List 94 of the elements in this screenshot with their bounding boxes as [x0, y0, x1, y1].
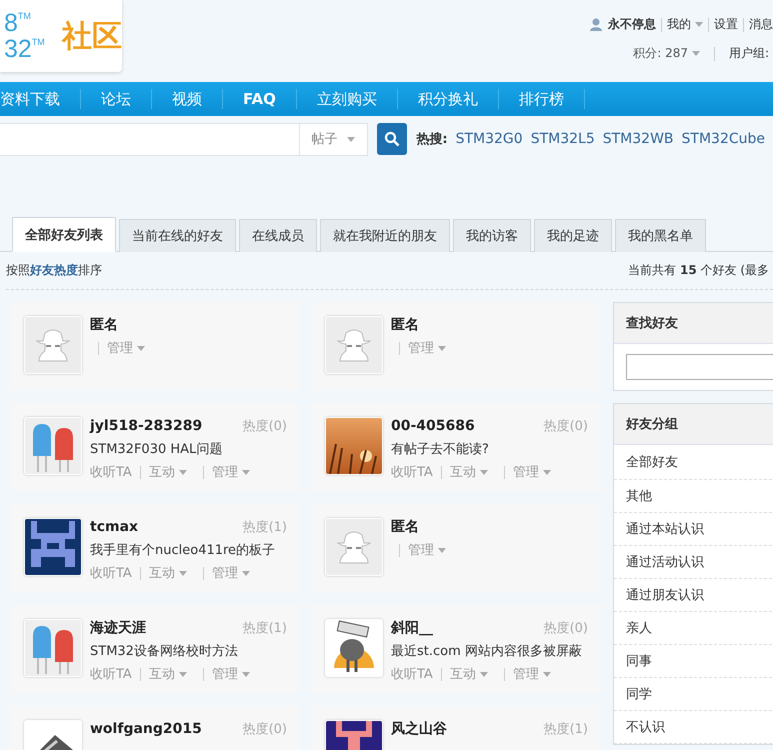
hot-search-link[interactable]: STM32L5 [530, 131, 595, 147]
friend-name[interactable]: 匿名 [90, 316, 118, 334]
panel-title: 好友分组 [614, 404, 773, 445]
friend-name[interactable]: 斜阳__ [391, 619, 433, 637]
hot-search-link[interactable]: STM32G0 [456, 131, 523, 147]
group-item[interactable]: 亲人 [614, 612, 773, 645]
friend-name[interactable]: 00-405686 [391, 418, 475, 434]
heat-label: 热度(1) [544, 721, 588, 738]
points-link[interactable]: 积分: 287 [633, 45, 700, 62]
friend-name[interactable]: jyl518-283289 [90, 418, 202, 434]
group-item[interactable]: 通过活动认识 [614, 546, 773, 579]
user-icon [590, 18, 602, 31]
nav-link[interactable]: 资料下载 [0, 89, 81, 109]
sort-label: 按照好友热度排序 [6, 262, 102, 279]
user-menu-link[interactable]: 消息 [749, 16, 773, 33]
search-scope-dropdown[interactable]: 帖子 [298, 124, 367, 154]
caret-icon [438, 346, 446, 351]
cartoon-avatar-icon [326, 620, 382, 676]
hot-search-link[interactable]: STM32Cube [682, 131, 765, 147]
tab[interactable]: 就在我附近的朋友 [320, 219, 450, 252]
heat-label: 热度(0) [242, 721, 287, 738]
friend-status: 我手里有个nucleo411re的板子 [90, 542, 276, 559]
anonymous-avatar-icon [326, 519, 382, 575]
caret-icon [692, 51, 700, 56]
caret-icon [347, 136, 356, 142]
search-button[interactable] [376, 123, 408, 155]
friend-name[interactable]: 匿名 [391, 316, 419, 334]
user-menu-link[interactable]: 设置 [714, 16, 738, 33]
nav-link[interactable]: 视频 [152, 89, 223, 109]
sort-link[interactable]: 好友热度 [30, 263, 78, 277]
caret-icon [178, 672, 187, 677]
nav-link[interactable]: 排行榜 [498, 89, 585, 109]
group-item[interactable]: 其他 [614, 480, 773, 513]
friend-name[interactable]: wolfgang2015 [90, 721, 202, 737]
friend-status: 有帖子去不能读? [391, 441, 490, 458]
anonymous-avatar-icon [25, 317, 81, 373]
friend-count: 当前共有 15 个好友 (最多 [628, 262, 769, 279]
pixel-avatar-icon [25, 519, 81, 575]
nav-link[interactable]: 立刻购买 [296, 89, 398, 109]
led-avatar-icon [25, 620, 81, 676]
anonymous-avatar-icon [326, 317, 382, 373]
caret-icon [178, 570, 187, 576]
user-menu-link[interactable]: 我的 [667, 16, 703, 33]
friend-name[interactable]: tcmax [90, 519, 138, 535]
tab[interactable]: 当前在线的好友 [119, 219, 236, 252]
logo-text: 32$^{TM}$ [4, 36, 46, 62]
nav-link[interactable]: 论坛 [81, 89, 152, 109]
nav-link[interactable]: FAQ [223, 89, 297, 109]
logo-text: 8$^{TM}$ [4, 10, 32, 36]
photo-placeholder [326, 418, 382, 474]
group-item[interactable]: 通过朋友认识 [614, 579, 773, 612]
group-item[interactable]: 同学 [614, 678, 773, 711]
caret-icon [480, 470, 488, 475]
friend-status: STM32设备网络校时方法 [90, 643, 239, 660]
led-avatar-icon [25, 418, 81, 474]
friend-status: STM32F030 HAL问题 [90, 441, 224, 458]
username-link[interactable]: 永不停息 [608, 16, 656, 33]
nav-link[interactable]: 积分换礼 [398, 89, 499, 109]
tab[interactable]: 我的访客 [453, 219, 531, 252]
heat-label: 热度(0) [544, 418, 588, 435]
heat-label: 热度(1) [242, 519, 287, 536]
caret-icon [695, 22, 703, 28]
hot-search-link[interactable]: STM32WB [602, 131, 674, 147]
user-group-label: 用户组: [729, 45, 770, 62]
caret-icon [438, 548, 446, 553]
tab[interactable]: 我的黑名单 [615, 219, 706, 252]
heat-label: 热度(1) [242, 620, 287, 637]
search-icon [384, 131, 400, 147]
friend-name[interactable]: 风之山谷 [391, 720, 447, 738]
caret-icon [542, 470, 551, 475]
tab[interactable]: 在线成员 [239, 219, 317, 252]
friend-status: 最近st.com 网站内容很多被屏蔽 [391, 643, 583, 660]
caret-icon [542, 672, 551, 677]
panel-title: 查找好友 [614, 303, 773, 344]
group-item[interactable]: 不认识 [614, 711, 773, 744]
friend-name[interactable]: 海迹天涯 [90, 619, 146, 637]
hot-search-label: 热搜: [416, 131, 448, 148]
logo-text: 社区 [62, 18, 122, 56]
tab[interactable]: 全部好友列表 [12, 217, 116, 252]
search-field[interactable]: 帖子 [0, 122, 368, 156]
group-item[interactable]: 通过本站认识 [614, 513, 773, 546]
heat-label: 热度(0) [242, 418, 287, 435]
heat-label: 热度(0) [544, 620, 588, 637]
caret-icon [242, 672, 250, 677]
group-item[interactable]: 同事 [614, 645, 773, 678]
find-friend-field[interactable] [626, 354, 773, 380]
caret-icon [242, 570, 250, 576]
caret-icon [242, 470, 250, 475]
friend-name[interactable]: 匿名 [391, 518, 419, 536]
caret-icon [137, 346, 145, 351]
caret-icon [178, 470, 187, 475]
caret-icon [480, 672, 488, 677]
tab[interactable]: 我的足迹 [534, 219, 612, 252]
group-item[interactable]: 全部好友 [614, 445, 773, 480]
